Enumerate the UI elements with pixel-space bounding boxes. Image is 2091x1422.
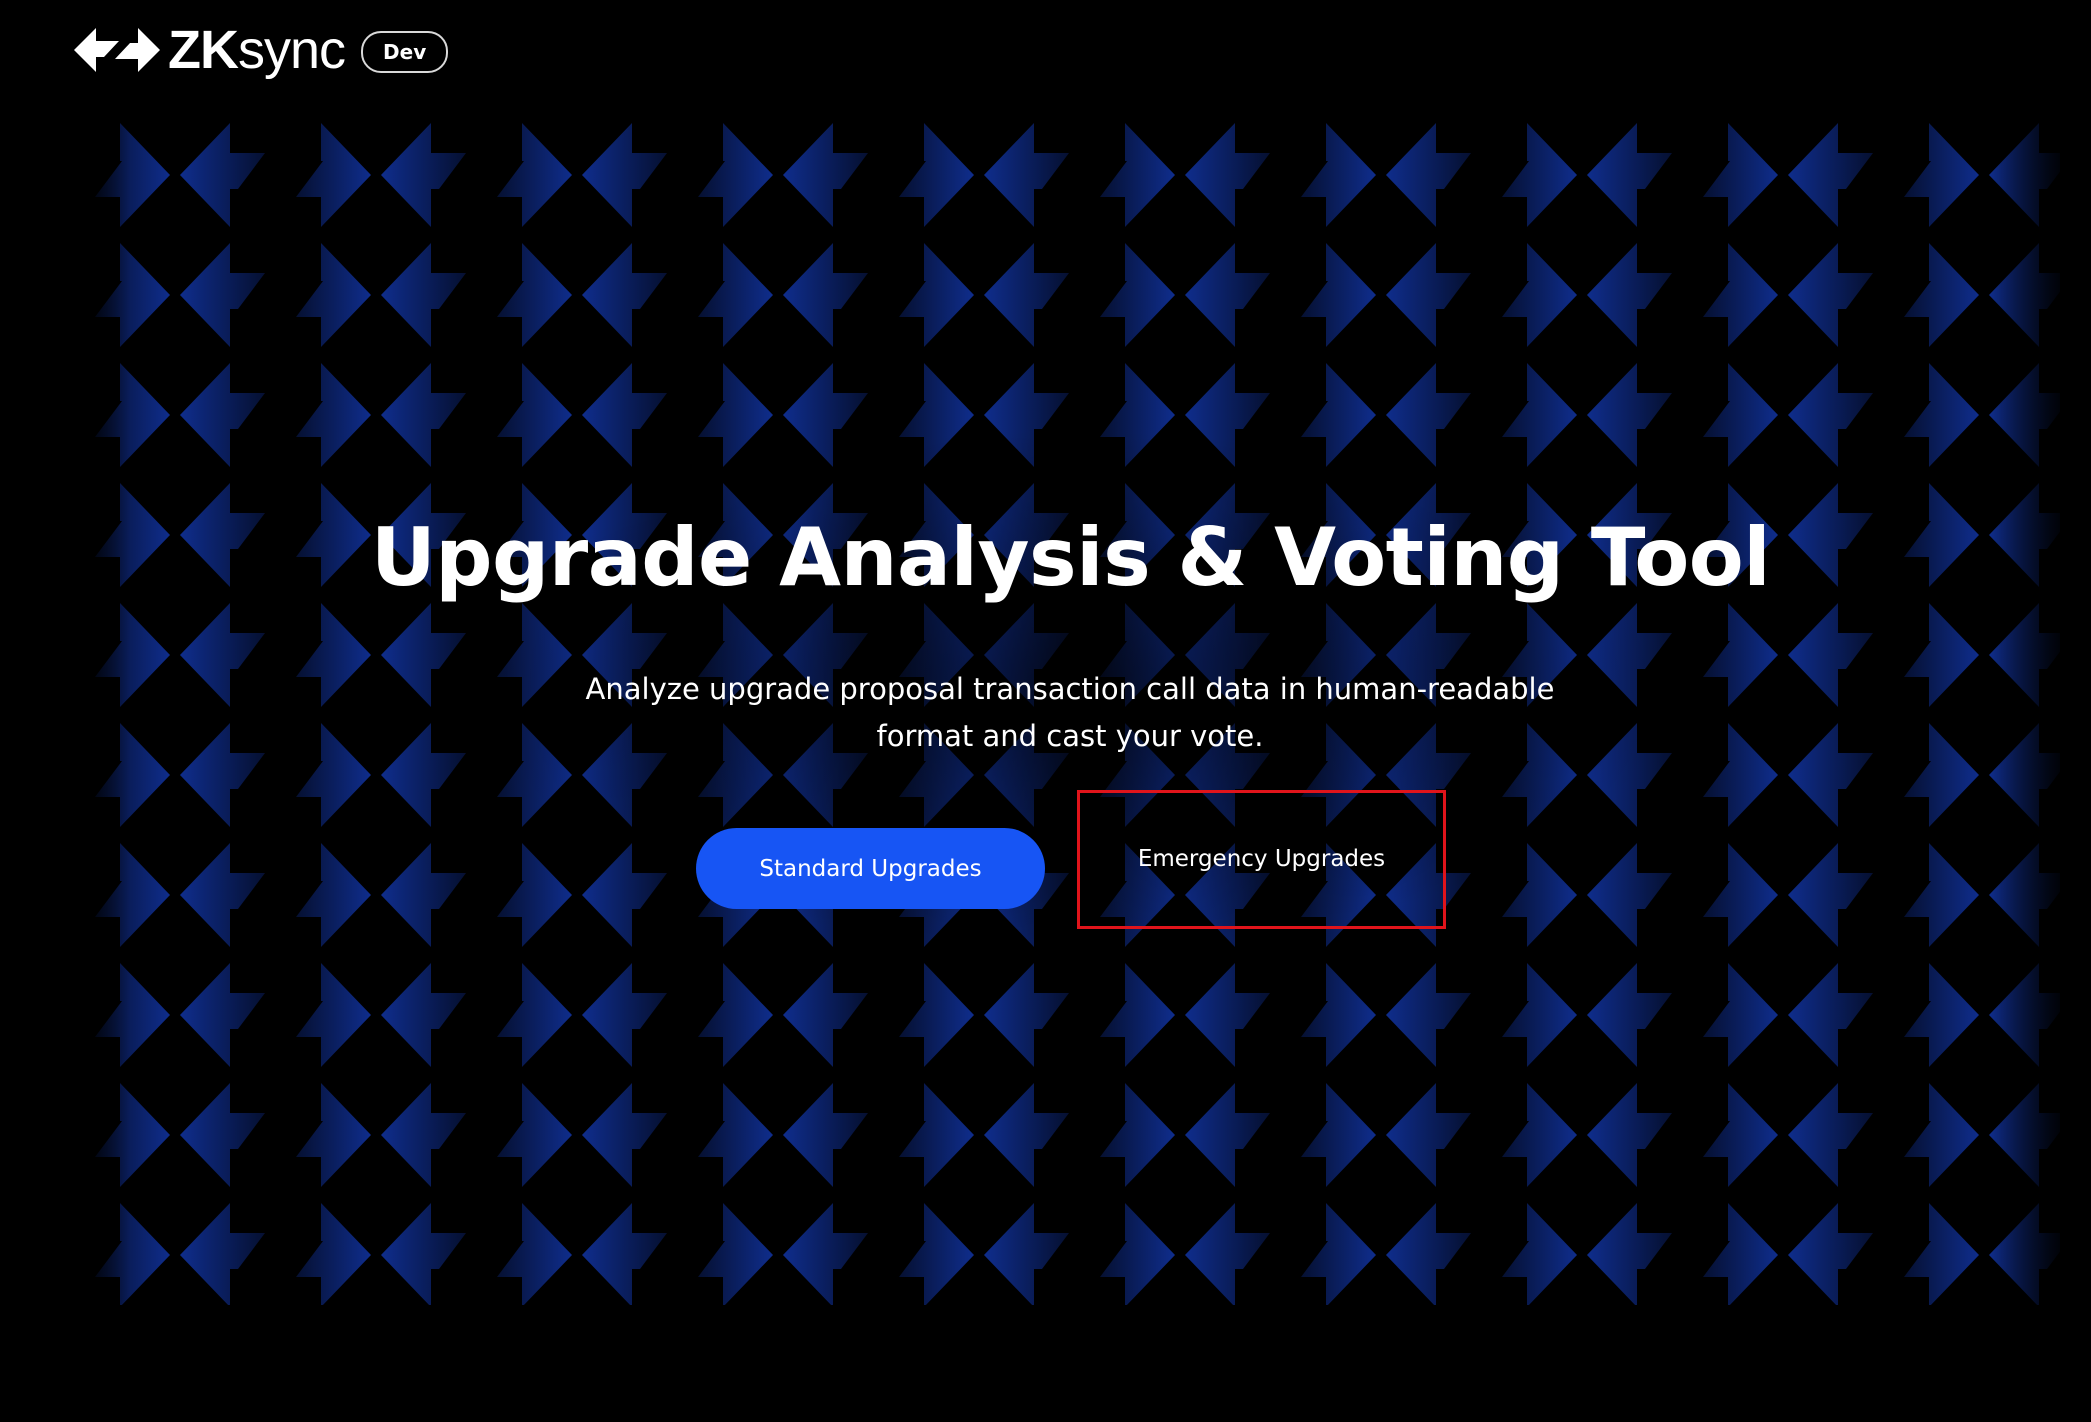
hero-section: Upgrade Analysis & Voting Tool Analyze u…: [0, 0, 2091, 1422]
page-title: Upgrade Analysis & Voting Tool: [370, 511, 1771, 604]
brand-prefix: ZK: [168, 20, 239, 80]
emergency-upgrades-button[interactable]: Emergency Upgrades: [1077, 790, 1446, 929]
brand-suffix: sync: [237, 20, 346, 80]
landing-page: ZKsync Dev Upgrade Analysis & Voting Too…: [0, 0, 2091, 1422]
environment-badge: Dev: [361, 31, 449, 73]
zksync-arrows-logo-icon: [74, 28, 160, 72]
brand-wordmark[interactable]: ZKsync: [168, 20, 346, 80]
page-subtitle: Analyze upgrade proposal transaction cal…: [585, 672, 1555, 753]
site-header: ZKsync Dev: [74, 20, 449, 80]
standard-upgrades-button[interactable]: Standard Upgrades: [696, 828, 1045, 909]
